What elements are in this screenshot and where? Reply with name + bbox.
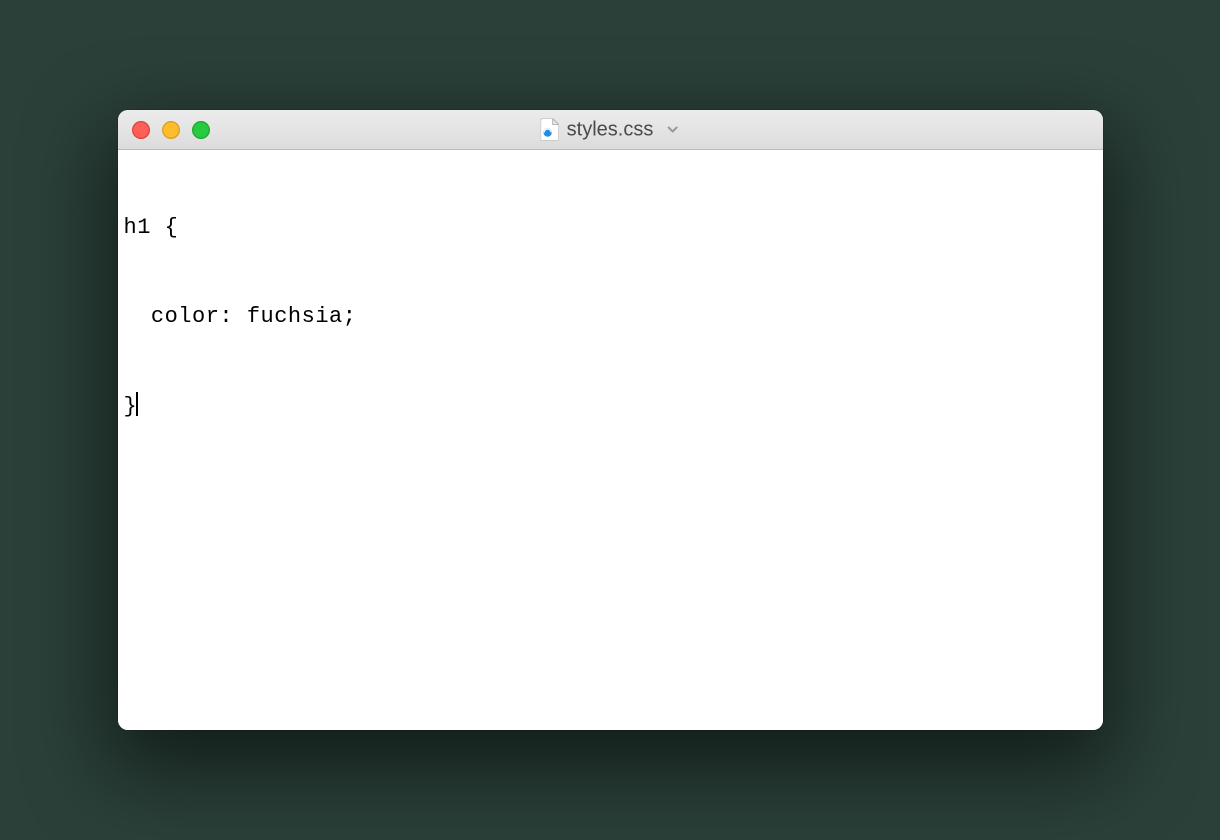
zoom-button[interactable]	[192, 121, 210, 139]
code-text: }	[124, 394, 138, 419]
traffic-lights	[132, 121, 210, 139]
chevron-down-icon[interactable]	[665, 123, 679, 137]
title-bar[interactable]: styles.css	[118, 110, 1103, 150]
title-bar-title[interactable]: styles.css	[541, 118, 680, 141]
text-cursor	[136, 392, 138, 416]
filename-label: styles.css	[567, 118, 654, 141]
editor-textarea[interactable]: h1 { color: fuchsia; }	[118, 150, 1103, 730]
close-button[interactable]	[132, 121, 150, 139]
code-line: h1 {	[124, 213, 1097, 243]
code-line: color: fuchsia;	[124, 302, 1097, 332]
editor-window: styles.css h1 { color: fuchsia; }	[118, 110, 1103, 730]
code-line: }	[124, 392, 1097, 422]
css-file-icon	[541, 119, 559, 141]
minimize-button[interactable]	[162, 121, 180, 139]
